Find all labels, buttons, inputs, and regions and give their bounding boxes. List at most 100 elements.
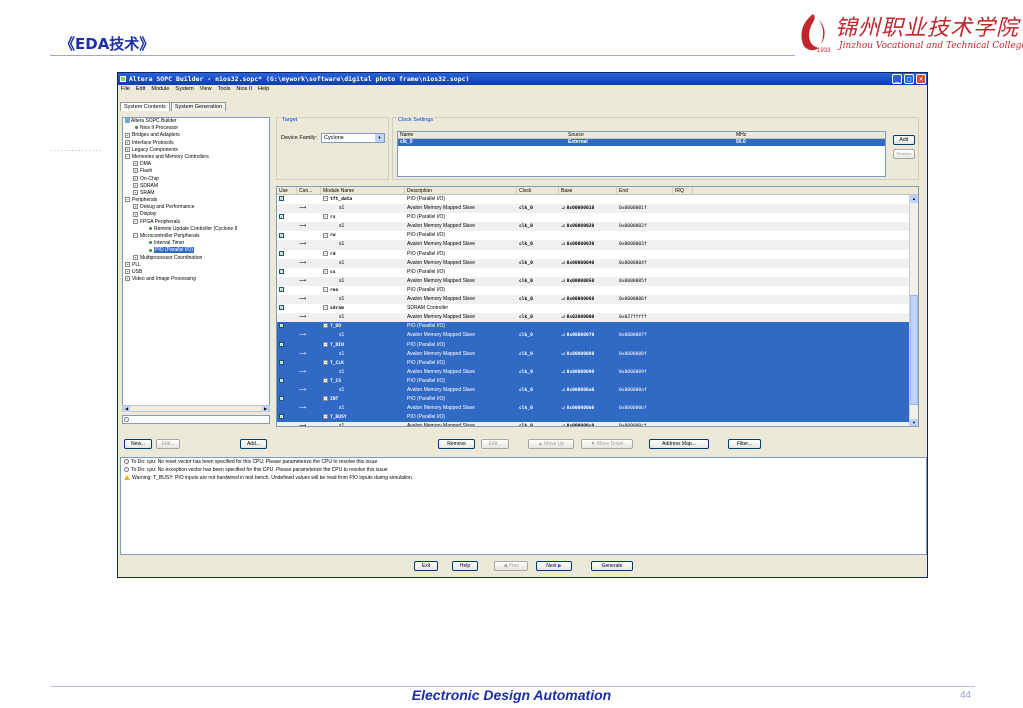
new-component-button[interactable]: New... [124,439,152,449]
use-checkbox[interactable]: ✓ [279,359,284,365]
table-row[interactable]: ✓ − T_BUSY PIO (Parallel I/O) [277,413,918,423]
exit-button[interactable]: Exit [414,561,438,571]
component-search-input[interactable] [122,415,270,424]
collapse-icon[interactable]: − [323,287,328,293]
expand-icon[interactable]: + [133,211,138,217]
menu-item-tools[interactable]: Tools [218,85,231,94]
table-row[interactable]: ⟶ s1 Avalon Memory Mapped Slave clk_0 ⊿ 0x00… [277,204,918,214]
table-row[interactable]: ✓ − tft_data PIO (Parallel I/O) [277,195,918,204]
filter-button[interactable]: Filter... [728,439,761,449]
collapse-icon[interactable]: − [125,154,130,160]
menu-item-nios-ii[interactable]: Nios II [236,85,252,94]
table-row[interactable]: ✓ − rw PIO (Parallel I/O) [277,231,918,240]
close-icon[interactable]: ✕ [916,74,926,84]
next-button[interactable]: Next ▶ [536,561,572,571]
collapse-icon[interactable]: − [133,233,138,239]
maximize-icon[interactable]: □ [904,74,914,84]
col-base[interactable]: Base [559,187,617,194]
table-row[interactable]: ✓ − T_DIN PIO (Parallel I/O) [277,340,918,350]
menu-item-edit[interactable]: Edit [136,85,145,94]
tree-item[interactable]: + Video and Image Processing [123,276,269,283]
tree-item[interactable]: + Bridges and Adapters [123,132,269,139]
chevron-down-icon[interactable]: ▼ [375,134,384,142]
col-module-name[interactable]: Module Name [321,187,405,194]
col-irq[interactable]: IRQ [673,187,693,194]
remove-clock-button[interactable]: Remove [893,149,915,159]
tree-item[interactable]: + Multiprocessor Coordination [123,255,269,262]
tree-item[interactable]: − Memories and Memory Controllers [123,154,269,161]
use-checkbox[interactable]: ✓ [279,414,284,420]
expand-icon[interactable]: + [125,132,130,138]
table-row[interactable]: ✓ − T_CS PIO (Parallel I/O) [277,376,918,386]
expand-icon[interactable]: + [125,146,130,152]
collapse-icon[interactable]: − [323,250,328,256]
expand-icon[interactable]: + [133,190,138,196]
use-checkbox[interactable]: ✓ [279,196,284,202]
help-button[interactable]: Help [452,561,478,571]
use-checkbox[interactable]: ✓ [279,396,284,402]
move-up-button[interactable]: ▲ Move Up [528,439,574,449]
collapse-icon[interactable]: − [323,305,328,311]
table-row[interactable]: ⟶ s1 Avalon Memory Mapped Slave clk_0 ⊿ 0x00… [277,349,918,359]
table-row[interactable]: ✓ − rs PIO (Parallel I/O) [277,213,918,222]
tree-item[interactable]: Interval Timer [123,240,269,247]
expand-icon[interactable]: + [125,276,130,282]
table-row[interactable]: ⟶ s1 Avalon Memory Mapped Slave clk_0 ⊿ 0x00… [277,331,918,341]
table-row[interactable]: ✓ − sdram SDRAM Controller [277,304,918,313]
table-row[interactable]: ⟶ s1 Avalon Memory Mapped Slave clk_0 ⊿ 0x00… [277,385,918,396]
table-row[interactable]: ⟶ s1 Avalon Memory Mapped Slave clk_0 ⊿ 0x00… [277,240,918,250]
tree-item[interactable]: − FPGA Peripherals [123,219,269,226]
tree-item[interactable]: + Flash [123,168,269,175]
col-use[interactable]: Use [277,187,297,194]
tree-item[interactable]: + SDRAM [123,183,269,190]
collapse-icon[interactable]: − [323,232,328,238]
edit-module-button[interactable]: Edit... [481,439,509,449]
minimize-icon[interactable]: _ [892,74,902,84]
collapse-icon[interactable]: − [323,323,328,329]
tree-item[interactable]: + Debug and Performance [123,204,269,211]
col-connections[interactable]: Con... [297,187,321,194]
table-row[interactable]: ✓ − INT PIO (Parallel I/O) [277,395,918,405]
table-row[interactable]: ⟶ s1 Avalon Memory Mapped Slave clk_0 ⊿ 0x00… [277,422,918,426]
use-checkbox[interactable]: ✓ [279,341,284,347]
tree-item[interactable]: + SRAM [123,190,269,197]
tab-system-generation[interactable]: System Generation [170,102,226,111]
use-checkbox[interactable]: ✓ [279,305,284,311]
use-checkbox[interactable]: ✓ [279,268,284,274]
collapse-icon[interactable]: − [323,396,328,402]
collapse-icon[interactable]: − [133,218,138,224]
table-row[interactable]: ⟶ s1 Avalon Memory Mapped Slave clk_0 ⊿ 0x00… [277,367,918,377]
generate-button[interactable]: Generate [591,561,633,571]
move-down-button[interactable]: ▼ Move Down [581,439,633,449]
tree-horizontal-scrollbar[interactable]: ◀ ▶ [122,405,270,412]
collapse-icon[interactable]: − [323,196,328,202]
scroll-down-icon[interactable]: ▼ [910,419,918,426]
col-description[interactable]: Description [405,187,517,194]
use-checkbox[interactable]: ✓ [279,378,284,384]
tree-item[interactable]: + PLL [123,262,269,269]
table-row[interactable]: ⟶ s1 Avalon Memory Mapped Slave clk_0 ⊿ 0x00… [277,404,918,414]
expand-icon[interactable]: + [125,261,130,267]
prev-button[interactable]: ◀ Prev [494,561,528,571]
clock-row-clk0[interactable]: clk_0 External 50.0 [398,139,885,146]
tree-item[interactable]: + USB [123,269,269,276]
menu-item-system[interactable]: System [175,85,193,94]
tree-item[interactable]: + DMA [123,161,269,168]
remove-module-button[interactable]: Remove [438,439,475,449]
scrollbar-thumb[interactable] [910,295,918,405]
collapse-icon[interactable]: − [323,378,328,384]
collapse-icon[interactable]: − [125,197,130,203]
expand-icon[interactable]: + [133,168,138,174]
scroll-left-icon[interactable]: ◀ [123,406,130,412]
tree-item[interactable]: Nios II Processor [123,125,269,132]
expand-icon[interactable]: + [133,175,138,181]
table-row[interactable]: ⟶ s1 Avalon Memory Mapped Slave clk_0 ⊿ 0x00… [277,276,918,286]
use-checkbox[interactable]: ✓ [279,250,284,256]
device-family-select[interactable]: Cyclone ▼ [321,133,385,143]
expand-icon[interactable]: + [133,182,138,188]
table-row[interactable]: ✓ − cs PIO (Parallel I/O) [277,268,918,277]
tree-item[interactable]: − Microcontroller Peripherals [123,233,269,240]
collapse-icon[interactable]: − [323,414,328,420]
collapse-icon[interactable]: − [323,359,328,365]
tree-item[interactable]: Altera SOPC Builder [123,118,269,125]
